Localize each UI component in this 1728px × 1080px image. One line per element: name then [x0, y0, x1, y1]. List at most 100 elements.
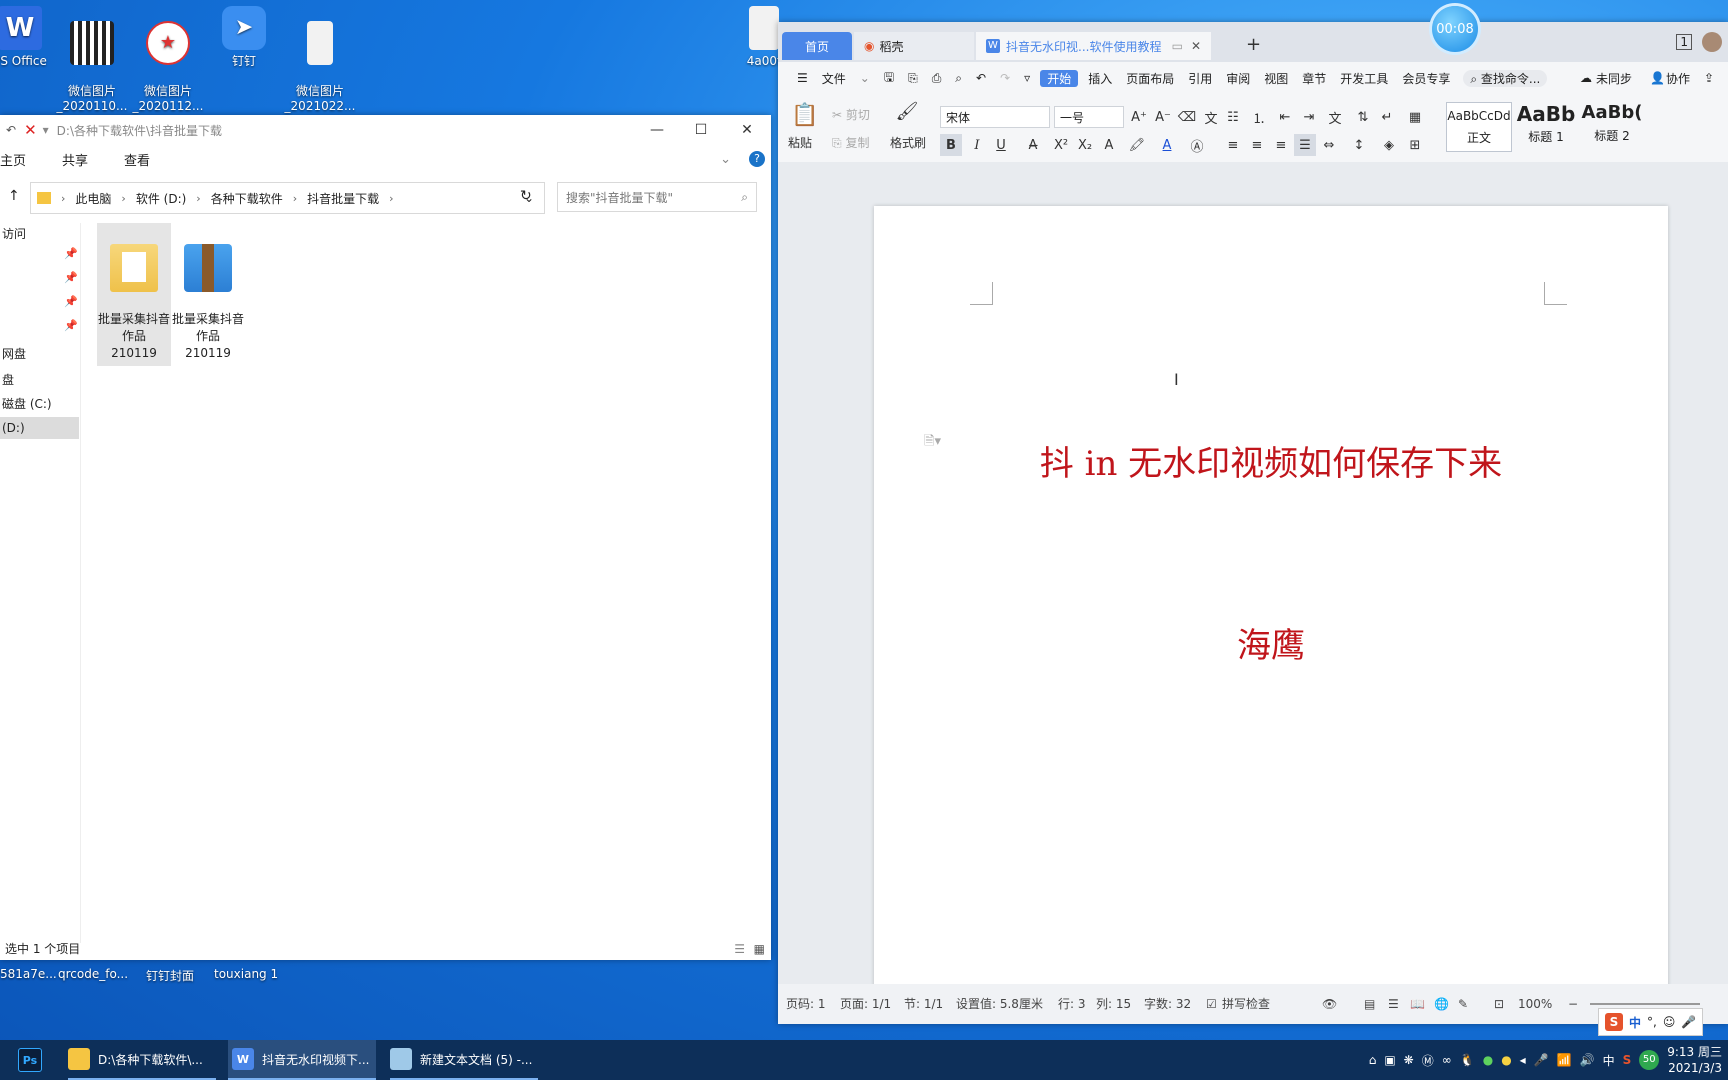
justify-icon[interactable]: ☰ — [1294, 134, 1316, 156]
format-painter-icon[interactable]: 🖌 — [896, 100, 919, 122]
document-page[interactable]: 🗎▾ 抖 in 无水印视频如何保存下来 海鹰 I — [874, 206, 1668, 984]
export-icon[interactable]: ⎘ — [901, 71, 925, 86]
menu-page-layout[interactable]: 页面布局 — [1119, 70, 1181, 87]
desktop-icon-label-581a7e[interactable]: 581a7e... — [0, 967, 57, 981]
outline-view-icon[interactable]: ☰ — [1388, 984, 1399, 1024]
line-spacing-icon[interactable]: ↕ — [1348, 134, 1370, 156]
menu-file[interactable]: 文件 — [815, 70, 853, 87]
user-avatar[interactable] — [1702, 32, 1722, 52]
close-tab-icon[interactable]: ✕ — [1191, 39, 1201, 53]
write-mode-icon[interactable]: ✎ — [1458, 984, 1468, 1024]
file-item-1[interactable]: 批量采集抖音作品 210119 — [97, 223, 171, 366]
command-search[interactable]: ⌕ 查找命令... — [1463, 69, 1548, 87]
collaborate-button[interactable]: 协作 — [1666, 70, 1690, 87]
align-center-icon[interactable]: ≡ — [1246, 134, 1268, 156]
bold-button[interactable]: B — [940, 134, 962, 156]
font-family-select[interactable]: 宋体 — [940, 106, 1050, 128]
recording-timer[interactable]: 00:08 — [1432, 6, 1478, 52]
tray-app-icon[interactable]: ▣ — [1384, 1053, 1395, 1067]
pin-icon[interactable]: 📌 — [64, 295, 78, 308]
menu-insert[interactable]: 插入 — [1081, 70, 1119, 87]
volume-icon[interactable]: 🔊 — [1580, 1053, 1595, 1067]
decrease-indent-icon[interactable]: ⇤ — [1274, 106, 1296, 128]
tab-home-page[interactable]: 首页 — [782, 32, 852, 60]
nav-item-cloud-disk[interactable]: 网盘 — [0, 343, 79, 365]
tray-app-icon[interactable]: Ⓜ — [1422, 1052, 1434, 1069]
menu-member[interactable]: 会员专享 — [1395, 70, 1457, 87]
customize-icon[interactable]: ▿ — [1017, 71, 1037, 85]
shrink-font-icon[interactable]: A⁻ — [1152, 106, 1174, 128]
clear-format-icon[interactable]: ⌫ — [1176, 106, 1198, 128]
status-page-number[interactable]: 页码: 1 — [786, 984, 826, 1024]
copy-button[interactable]: ⎘ 复制 — [832, 134, 869, 151]
tray-app-icon[interactable]: ● — [1501, 1053, 1511, 1067]
taskbar-notepad[interactable]: 新建文本文档 (5) -... — [390, 1040, 538, 1080]
bullet-list-icon[interactable]: ☷ — [1222, 106, 1244, 128]
new-tab-icon[interactable]: + — [1246, 34, 1261, 55]
align-left-icon[interactable]: ≡ — [1222, 134, 1244, 156]
clock[interactable]: 9:13 周三 2021/3/3 — [1667, 1044, 1722, 1076]
taskbar-photoshop[interactable]: Ps — [18, 1040, 42, 1080]
undo-icon[interactable]: ↶ — [969, 71, 993, 85]
ribbon-expand-icon[interactable]: ⌄ — [702, 152, 749, 167]
close-button[interactable]: ✕ — [724, 115, 770, 145]
nav-item-drive-c[interactable]: 磁盘 (C:) — [0, 393, 79, 415]
show-marks-icon[interactable]: ↵ — [1376, 106, 1398, 128]
ime-mode[interactable]: 中 — [1629, 1014, 1641, 1031]
network-icon[interactable]: 📶 — [1557, 1053, 1572, 1067]
font-color-icon[interactable]: A — [1156, 134, 1178, 156]
desktop-icon-label-qrcode[interactable]: qrcode_fo... — [58, 967, 128, 981]
quick-access-dropdown-icon[interactable]: ▾ — [43, 123, 49, 137]
desktop-icon-wechat-image-2[interactable]: ★ 微信图片 _2020112... — [130, 6, 206, 129]
status-pages[interactable]: 页面: 1/1 — [840, 984, 891, 1024]
share-icon[interactable]: ⇪ — [1704, 71, 1714, 85]
tab-share[interactable]: 共享 — [44, 150, 106, 169]
help-icon[interactable]: ? — [749, 151, 765, 167]
spell-check-button[interactable]: 拼写检查 — [1222, 984, 1270, 1024]
address-bar[interactable]: › 此电脑 › 软件 (D:) › 各种下载软件 › 抖音批量下载 › ⌄ — [30, 182, 545, 214]
close-x-icon[interactable]: ✕ — [24, 121, 37, 139]
underline-button[interactable]: U — [990, 134, 1012, 156]
tab-current-document[interactable]: W 抖音无水印视...软件使用教程 ▭ ✕ — [976, 32, 1211, 60]
borders-icon[interactable]: ⊞ — [1404, 134, 1426, 156]
desktop-icon-label-dingding-cover[interactable]: 钉钉封面 — [146, 967, 194, 984]
format-painter-button[interactable]: 格式刷 — [890, 134, 926, 151]
pin-icon[interactable]: 📌 — [64, 319, 78, 332]
desktop-icon-wechat-image-1[interactable]: 微信图片 _2020110... — [54, 6, 130, 129]
sync-status[interactable]: 未同步 — [1596, 70, 1632, 87]
status-column[interactable]: 列: 15 — [1096, 984, 1131, 1024]
qq-icon[interactable]: 🐧 — [1460, 1053, 1475, 1067]
eye-protection-icon[interactable]: 👁 — [1322, 984, 1337, 1024]
numbered-list-icon[interactable]: ⒈ — [1248, 106, 1270, 128]
minimize-button[interactable]: — — [634, 115, 680, 145]
punctuation-icon[interactable]: °, — [1647, 1015, 1657, 1029]
superscript-icon[interactable]: X² — [1050, 134, 1072, 156]
desktop-icon-label-touxiang[interactable]: touxiang 1 — [214, 967, 278, 981]
status-section[interactable]: 节: 1/1 — [904, 984, 943, 1024]
undo-icon[interactable]: ↶ — [6, 123, 16, 137]
pin-icon[interactable]: 📌 — [64, 271, 78, 284]
fit-page-icon[interactable]: ⊡ — [1494, 984, 1504, 1024]
breadcrumb-downloads[interactable]: 各种下载软件 — [205, 190, 289, 207]
details-view-icon[interactable]: ☰ — [734, 938, 745, 960]
menu-start[interactable]: 开始 — [1040, 69, 1079, 87]
align-right-icon[interactable]: ≡ — [1270, 134, 1292, 156]
increase-indent-icon[interactable]: ⇥ — [1298, 106, 1320, 128]
menu-chapter[interactable]: 章节 — [1295, 70, 1333, 87]
table-icon[interactable]: ▦ — [1404, 106, 1426, 128]
distribute-icon[interactable]: ⇔ — [1318, 134, 1340, 156]
menu-review[interactable]: 审阅 — [1219, 70, 1257, 87]
desktop-icon-dingtalk[interactable]: ➤ 钉钉 — [206, 6, 282, 69]
strikethrough-icon[interactable]: A̶ — [1022, 134, 1044, 156]
tray-app-icon[interactable]: ⌂ — [1369, 1053, 1377, 1067]
zoom-slider[interactable] — [1590, 1003, 1700, 1005]
tray-app-icon[interactable]: ◂ — [1520, 1053, 1526, 1067]
web-view-icon[interactable]: 🌐 — [1434, 984, 1449, 1024]
status-row[interactable]: 行: 3 — [1058, 984, 1086, 1024]
taskbar-wps[interactable]: W 抖音无水印视频下... — [228, 1040, 376, 1080]
char-border-icon[interactable]: Ⓐ — [1186, 134, 1208, 156]
style-heading-2[interactable]: AaBb( 标题 2 — [1580, 102, 1644, 150]
paste-button[interactable]: 粘贴 — [788, 134, 812, 151]
desktop-icon-wps-office[interactable]: W PS Office — [0, 6, 58, 69]
taskbar-explorer[interactable]: D:\各种下载软件\... — [68, 1040, 216, 1080]
